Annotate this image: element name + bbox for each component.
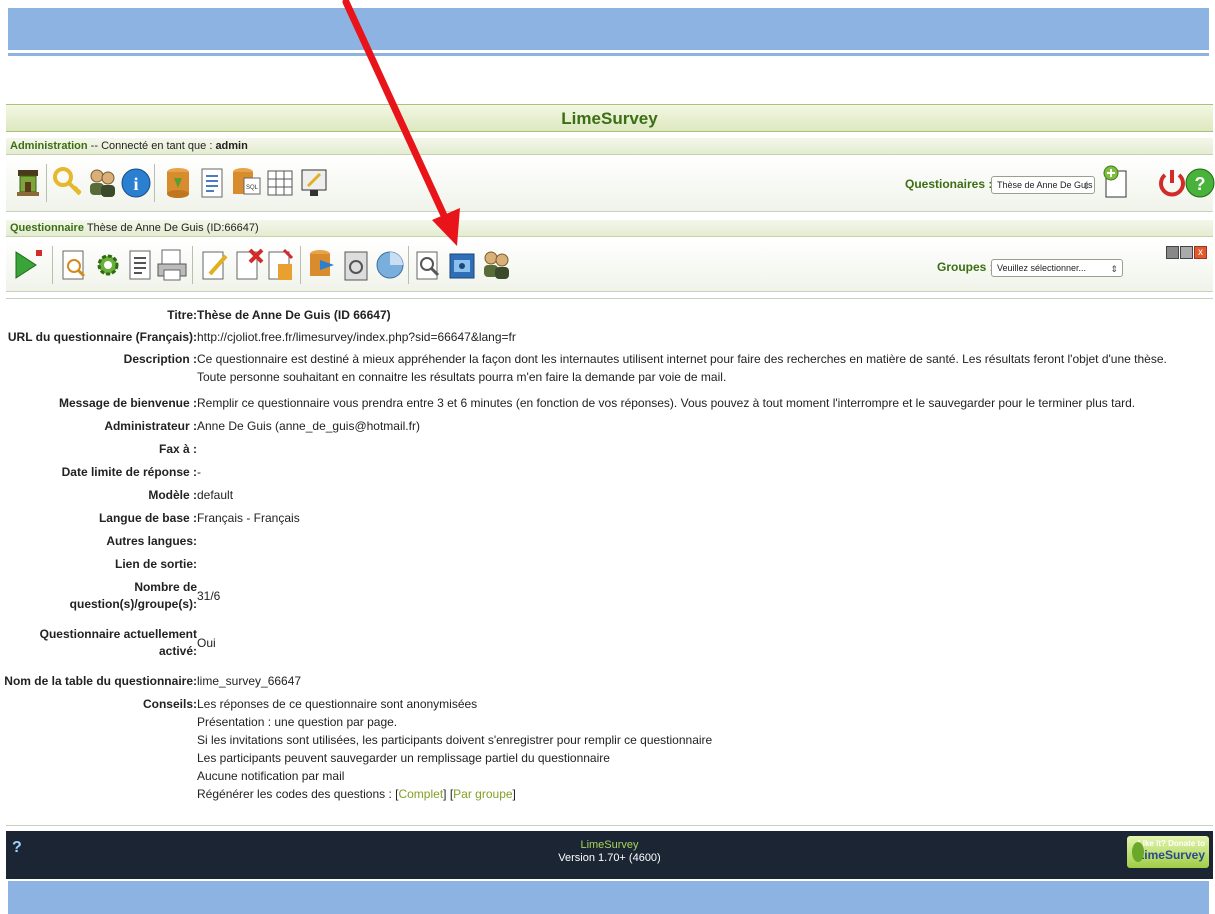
info-icon[interactable]: i — [120, 166, 152, 200]
quota-icon[interactable] — [374, 248, 406, 282]
tip-line: Aucune notification par mail — [197, 769, 345, 783]
tip-line: Présentation : une question par page. — [197, 715, 398, 729]
edit-icon[interactable] — [198, 248, 230, 282]
survey-label: Questionnaire — [10, 222, 84, 234]
key-icon[interactable] — [52, 166, 84, 200]
footer-version: LimeSurvey Version 1.70+ (4600) — [558, 839, 661, 864]
survey-toolbar: Groupes : Veuillez sélectionner... ⇕ x — [6, 240, 1213, 292]
admin-bar: Administration -- Connecté en tant que :… — [6, 138, 1213, 155]
sql-icon[interactable]: SQL — [230, 166, 262, 200]
toolbar-separator — [46, 164, 47, 202]
delete-icon[interactable] — [232, 248, 264, 282]
admin-user: admin — [215, 140, 248, 152]
edit-screen-icon[interactable] — [298, 166, 330, 200]
preview-icon[interactable] — [58, 248, 90, 282]
close-icon[interactable]: x — [1194, 246, 1207, 259]
questionnaires-label: Questionaires : — [905, 177, 993, 191]
regen-full-link[interactable]: Complet — [398, 787, 443, 801]
app-title: LimeSurvey — [6, 104, 1213, 132]
home-icon[interactable] — [12, 166, 44, 200]
questionnaire-select[interactable]: Thèse de Anne De Guis ⇕ — [991, 176, 1095, 194]
browse-icon[interactable] — [412, 248, 444, 282]
document-icon[interactable] — [196, 166, 228, 200]
svg-text:SQL: SQL — [246, 185, 259, 191]
tip-line: Si les invitations sont utilisées, les p… — [197, 733, 713, 747]
svg-text:?: ? — [1195, 174, 1206, 194]
survey-details: Titre: Thèse de Anne De Guis (ID 66647) … — [4, 298, 1213, 826]
toolbar-separator — [300, 246, 301, 284]
help-icon[interactable]: ? — [1184, 166, 1215, 200]
bottom-decor-band — [8, 881, 1209, 914]
maximize-icon[interactable] — [1180, 246, 1193, 259]
top-decor-band — [8, 8, 1209, 50]
export-icon[interactable] — [264, 248, 296, 282]
admin-toolbar: i SQL Questionaires : Thèse de Anne De G… — [6, 156, 1215, 212]
svg-text:i: i — [133, 174, 138, 194]
participants-icon[interactable] — [480, 248, 512, 282]
settings-icon[interactable] — [92, 248, 124, 282]
footer: ? LimeSurvey Version 1.70+ (4600) Like i… — [6, 831, 1213, 879]
print-icon[interactable] — [156, 248, 188, 282]
folder-icon[interactable] — [446, 248, 478, 282]
assessment-icon[interactable] — [340, 248, 372, 282]
survey-url-link[interactable]: http://cjoliot.free.fr/limesurvey/index.… — [197, 328, 1197, 346]
chevron-down-icon: ⇕ — [1082, 181, 1090, 191]
tip-line: Les participants peuvent sauvegarder un … — [197, 751, 610, 765]
detail-active: Questionnaire actuellement activé: Oui — [39, 627, 216, 658]
tip-line: Les réponses de ce questionnaire sont an… — [197, 697, 478, 711]
toolbar-separator — [192, 246, 193, 284]
minimize-icon[interactable] — [1166, 246, 1179, 259]
lime-leaf-icon — [1132, 842, 1144, 862]
toolbar-separator — [52, 246, 53, 284]
window-controls: x — [1166, 246, 1208, 262]
regen-line: Régénérer les codes des questions : [Com… — [197, 787, 516, 801]
admin-label: Administration — [10, 140, 88, 152]
import-icon[interactable] — [162, 166, 194, 200]
activate-icon[interactable] — [12, 248, 44, 282]
tips-list: Les réponses de ce questionnaire sont an… — [197, 695, 1197, 803]
detail-question-count: Nombre de question(s)/groupe(s): 31/6 — [69, 580, 221, 611]
groups-select[interactable]: Veuillez sélectionner... ⇕ — [991, 259, 1123, 277]
groups-label: Groupes : — [937, 260, 994, 274]
import-icon[interactable] — [306, 248, 338, 282]
admin-sep: -- Connecté en tant que : — [87, 140, 216, 152]
survey-bar: Questionnaire Thèse de Anne De Guis (ID:… — [6, 220, 1213, 237]
survey-bar-text: Thèse de Anne De Guis (ID:66647) — [83, 222, 259, 234]
donate-button[interactable]: Like it? Donate to LimeSurvey — [1127, 836, 1209, 868]
toolbar-separator — [408, 246, 409, 284]
users-icon[interactable] — [86, 166, 118, 200]
grid-icon[interactable] — [264, 166, 296, 200]
new-survey-icon[interactable] — [1100, 165, 1132, 199]
document-icon[interactable] — [124, 248, 156, 282]
top-decor-rule — [8, 53, 1209, 56]
chevron-down-icon: ⇕ — [1110, 264, 1118, 274]
toolbar-separator — [154, 164, 155, 202]
regen-group-link[interactable]: Par groupe — [453, 787, 512, 801]
